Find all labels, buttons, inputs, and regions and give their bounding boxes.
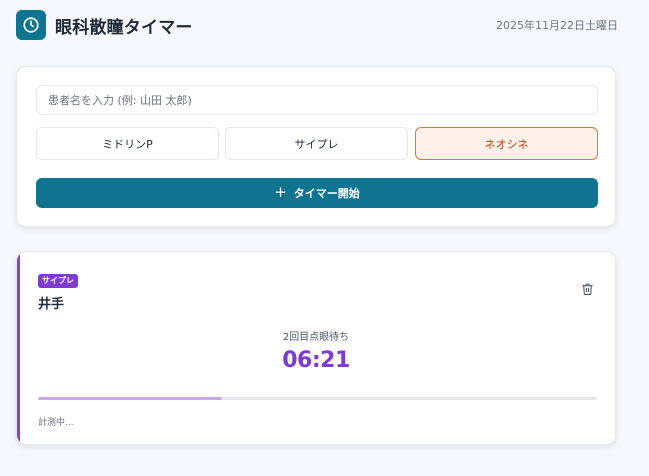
timer-setup-card: ミドリンP サイプレ ネオシネ + タイマー開始 (16, 66, 616, 227)
drug-button-cyplegin[interactable]: サイプレ (225, 127, 408, 160)
plus-icon: + (274, 183, 287, 201)
clock-icon (16, 10, 46, 40)
app-header: 眼科散瞳タイマー 2025年11月22日土曜日 (16, 8, 618, 42)
current-date: 2025年11月22日土曜日 (496, 19, 618, 32)
countdown-display: 06:21 (282, 348, 350, 373)
timer-patient-name: 井手 (38, 297, 65, 312)
patient-name-input[interactable] (36, 85, 598, 115)
drug-button-neosynesin[interactable]: ネオシネ (415, 127, 598, 160)
app-title: 眼科散瞳タイマー (55, 17, 193, 38)
trash-icon (581, 283, 593, 295)
start-timer-label: タイマー開始 (293, 187, 360, 200)
timer-phase-label: 2回目点眼待ち (282, 332, 350, 343)
progress-track (38, 397, 597, 400)
progress-fill (38, 397, 223, 400)
delete-timer-button[interactable] (578, 280, 596, 298)
timer-card: サイプレ 井手 2回目点眼待ち 06:21 計測中... (16, 251, 616, 445)
timer-status: 計測中... (38, 418, 74, 428)
start-timer-button[interactable]: + タイマー開始 (36, 178, 598, 208)
drug-badge: サイプレ (38, 274, 78, 288)
drug-button-mydrin-p[interactable]: ミドリンP (36, 127, 219, 160)
